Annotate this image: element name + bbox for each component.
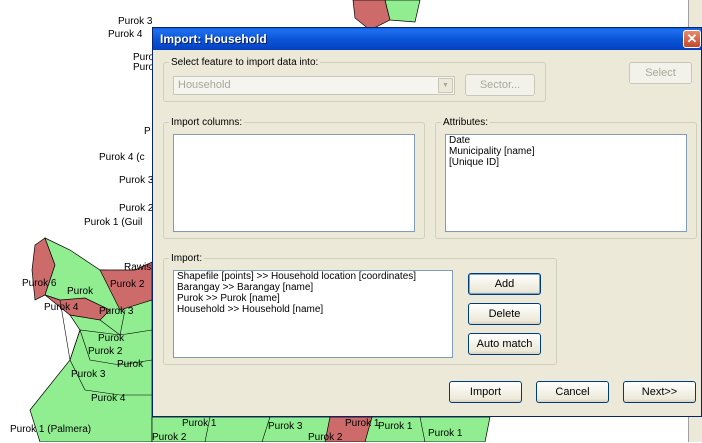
map-label: Purok 4 xyxy=(108,29,143,40)
map-label: Purok 1 (Palmera) xyxy=(10,424,92,435)
attribute-item[interactable]: [Unique ID] xyxy=(446,157,686,168)
import-columns-label: Import columns: xyxy=(171,117,243,128)
import-dialog: Import: Household ✕ Select feature to im… xyxy=(152,27,702,417)
map-label: Purok 2 xyxy=(110,279,145,290)
map-label: Puro xyxy=(133,62,155,73)
map-label: Purok 3 xyxy=(71,369,106,380)
map-label: Purok 2 xyxy=(119,203,154,214)
cancel-button[interactable]: Cancel xyxy=(536,381,609,403)
map-label: Purok 3 xyxy=(268,421,303,432)
map-label: Purok 1 xyxy=(345,418,380,429)
map-region xyxy=(352,0,391,31)
dialog-title: Import: Household xyxy=(160,32,267,46)
auto-match-button[interactable]: Auto match xyxy=(468,333,541,355)
import-group-label: Import: xyxy=(171,253,203,264)
sector-button[interactable]: Sector... xyxy=(465,74,535,96)
map-label: P xyxy=(144,126,151,137)
map-label: Purok 4 (c xyxy=(99,152,145,163)
attribute-item[interactable]: Municipality [name] xyxy=(446,146,686,157)
next-button[interactable]: Next>> xyxy=(623,381,696,403)
import-mapping-item[interactable]: Shapefile [points] >> Household location… xyxy=(174,271,452,282)
map-label: Purok 6 xyxy=(22,278,57,289)
map-label: Purok 1 (Guil xyxy=(84,217,143,228)
import-button[interactable]: Import xyxy=(449,381,522,403)
map-label: Purok 2 xyxy=(88,346,123,357)
map-region xyxy=(384,0,421,23)
feature-group-label: Select feature to import data into: xyxy=(171,57,319,68)
attributes-list[interactable]: Date Municipality [name] [Unique ID] xyxy=(445,134,687,232)
close-icon: ✕ xyxy=(686,31,698,46)
map-label: Purok 4 xyxy=(44,302,79,313)
feature-select-value: Household xyxy=(178,79,231,91)
add-button[interactable]: Add xyxy=(468,273,541,295)
map-label: Purok 3 xyxy=(99,306,134,317)
map-label: Purok 1 xyxy=(428,428,463,439)
feature-select[interactable]: Household ▼ xyxy=(173,76,455,95)
map-label: Purok 2 xyxy=(152,432,187,443)
attribute-item[interactable]: Date xyxy=(446,135,686,146)
import-mapping-item[interactable]: Purok >> Purok [name] xyxy=(174,293,452,304)
dialog-title-bar[interactable]: Import: Household ✕ xyxy=(153,28,701,50)
map-label: Purok xyxy=(117,359,144,370)
import-mapping-list[interactable]: Shapefile [points] >> Household location… xyxy=(173,270,453,358)
dropdown-arrow-icon[interactable]: ▼ xyxy=(438,78,453,93)
import-mapping-item[interactable]: Barangay >> Barangay [name] xyxy=(174,282,452,293)
map-label: Purok 1 xyxy=(378,421,413,432)
map-label: Purok 3 xyxy=(119,175,154,186)
close-button[interactable]: ✕ xyxy=(683,30,701,48)
delete-button[interactable]: Delete xyxy=(468,303,541,325)
map-label: Purok xyxy=(67,286,94,297)
import-columns-list[interactable] xyxy=(173,134,415,232)
map-label: Purok 2 xyxy=(308,432,343,443)
map-label: Purok 3 xyxy=(118,16,153,27)
attributes-label: Attributes: xyxy=(443,117,489,128)
map-label: Purok 4 xyxy=(91,393,126,404)
import-mapping-item[interactable]: Household >> Household [name] xyxy=(174,304,452,315)
select-button[interactable]: Select xyxy=(629,62,692,84)
map-label: Rawis xyxy=(124,262,152,273)
map-label: Purok xyxy=(98,333,125,344)
map-label: Purok 1 xyxy=(182,418,217,429)
